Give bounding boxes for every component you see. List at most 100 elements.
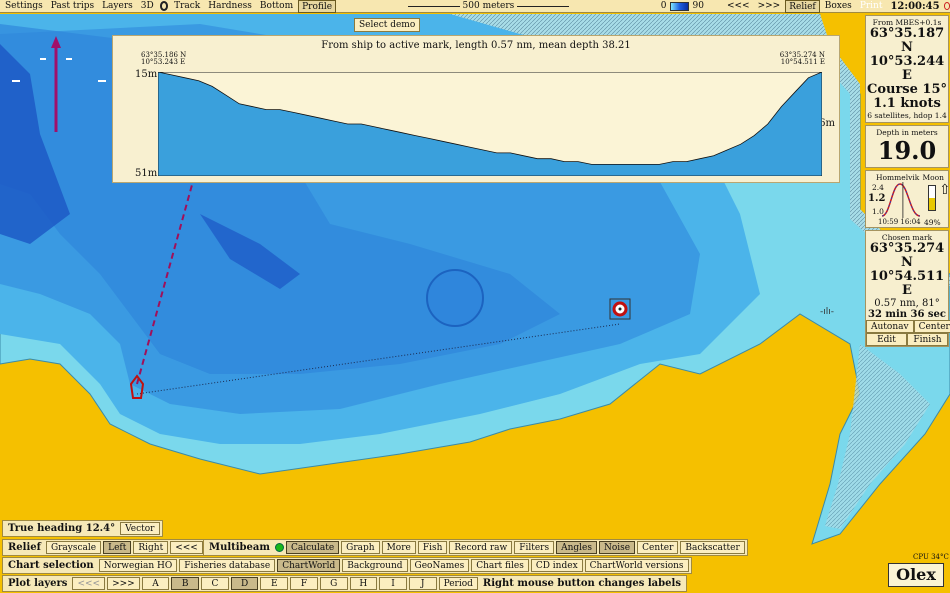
settings-button[interactable]: Settings [2,0,46,13]
gps-lat: 63°35.187 N [869,26,945,55]
boxes-button[interactable]: Boxes [822,0,855,13]
depth-scale-gradient [670,1,689,11]
olex-logo: Olex [888,563,944,587]
mark-lon: 10°54.511 E [869,269,945,298]
3d-button[interactable]: 3D [138,0,157,13]
depth-value: 19.0 [877,136,937,165]
nav-next-button[interactable]: >>> [755,0,784,13]
layer-e-button[interactable]: E [260,577,289,590]
graph-button[interactable]: Graph [341,541,380,554]
chart-selection-label: Chart selection [8,560,94,571]
print-button[interactable]: Print [857,0,886,13]
layer-i-button[interactable]: I [379,577,407,590]
depth-box: Depth in meters 19.0 [865,125,949,168]
right-info-panel: From MBES+0.1s 63°35.187 N 10°53.244 E C… [865,15,950,349]
layer-a-button[interactable]: A [141,577,170,590]
mark-eta: 32 min 36 sec [867,309,946,320]
tide-time-2: 16:04 [900,218,921,226]
fisheries-db-button[interactable]: Fisheries database [179,559,276,572]
tide-box: Hommelvik Moon 2.4 1.2 1.0 10:59 16:04 ⇧… [865,170,950,228]
geonames-button[interactable]: GeoNames [409,559,470,572]
mark-distance: 0.57 nm, 81° [874,298,940,309]
layers-note: Right mouse button changes labels [482,578,681,589]
depth-profile-panel: From ship to active mark, length 0.57 nm… [112,35,840,183]
bottom-button[interactable]: Bottom [257,0,296,13]
background-button[interactable]: Background [342,559,408,572]
relief-label: Relief [8,542,41,553]
profile-button[interactable]: Profile [298,0,337,13]
gps-lon: 10°53.244 E [869,54,945,83]
layer-b-button[interactable]: B [171,577,200,590]
filters-button[interactable]: Filters [514,541,555,554]
heading-row: True heading 12.4° Vector [2,520,163,537]
scale-label: 500 meters [462,1,515,11]
mark-lat: 63°35.274 N [869,241,945,270]
finish-button[interactable]: Finish [907,333,948,346]
relief-right-button[interactable]: Right [133,541,169,554]
layer-g-button[interactable]: G [319,577,348,590]
record-raw-button[interactable]: Record raw [449,541,513,554]
angles-button[interactable]: Angles [556,541,597,554]
tide-time-1: 10:59 [878,218,899,226]
tide-curve [882,182,920,218]
norwegian-ho-button[interactable]: Norwegian HO [98,559,178,572]
vector-button[interactable]: Vector [120,522,160,535]
layer-h-button[interactable]: H [349,577,378,590]
tide-place: Hommelvik [876,173,920,182]
seamount [426,269,484,327]
backscatter-button[interactable]: Backscatter [680,541,745,554]
plot-layers-row: Plot layers <<< >>> A B C D E F G H I J … [2,575,687,592]
fish-button[interactable]: Fish [417,541,448,554]
clock: 12:00:45 [890,0,940,12]
noise-button[interactable]: Noise [599,541,636,554]
relief-toggle[interactable]: Relief [785,0,820,13]
depth-scale-max: 90 [692,1,704,11]
layer-c-button[interactable]: C [201,577,229,590]
nav-prev-button[interactable]: <<< [724,0,753,13]
power-icon[interactable] [943,2,950,10]
profile-top-depth: 15m [135,69,158,80]
moon-phase-gauge [928,185,936,211]
chartworld-versions-button[interactable]: ChartWorld versions [584,559,689,572]
layers-button[interactable]: Layers [99,0,136,13]
select-demo-button[interactable]: Select demo [354,18,421,32]
chart-files-button[interactable]: Chart files [471,559,529,572]
calculate-button[interactable]: Calculate [285,541,340,554]
multibeam-row: Multibeam Calculate Graph More Fish Reco… [203,539,748,556]
layer-d-button[interactable]: D [230,577,259,590]
status-green-icon [274,543,284,552]
hardness-button[interactable]: Hardness [205,0,255,13]
top-toolbar: Settings Past trips Layers 3D Track Hard… [0,0,950,13]
edit-button[interactable]: Edit [866,333,907,346]
true-heading: True heading 12.4° [8,523,116,534]
cd-index-button[interactable]: CD index [530,559,583,572]
chartworld-button[interactable]: ChartWorld [277,559,341,572]
center-button[interactable]: Center [913,320,950,333]
profile-left-lon: 10°53.243 E [141,58,186,66]
moon-label: Moon [922,173,944,182]
mark-box: Chosen mark 63°35.274 N 10°54.511 E 0.57… [865,230,950,347]
autonav-button[interactable]: Autonav [866,320,914,333]
more-button[interactable]: More [381,541,416,554]
tide-up-arrow-icon: ⇧ [939,182,950,198]
tide-times: 10:59 16:04 [878,218,921,226]
past-trips-button[interactable]: Past trips [48,0,97,13]
period-button[interactable]: Period [438,577,478,590]
svg-text:-ılı-: -ılı- [820,307,834,317]
track-button[interactable]: Track [171,0,203,13]
grayscale-button[interactable]: Grayscale [45,541,102,554]
gps-speed: 1.1 knots [873,96,941,111]
mb-center-button[interactable]: Center [637,541,679,554]
profile-chart [158,72,822,176]
plot-layers-label: Plot layers [8,578,68,589]
layers-next-button[interactable]: >>> [107,577,140,590]
layer-f-button[interactable]: F [290,577,318,590]
depth-scale-min: 0 [660,1,667,11]
layers-prev-button[interactable]: <<< [72,577,106,590]
relief-left-button[interactable]: Left [103,541,132,554]
scale-bar: 500 meters [408,1,569,11]
layer-j-button[interactable]: J [408,577,437,590]
profile-title: From ship to active mark, length 0.57 nm… [321,40,631,51]
relief-prev-button[interactable]: <<< [170,541,203,554]
multibeam-label: Multibeam [209,542,270,553]
